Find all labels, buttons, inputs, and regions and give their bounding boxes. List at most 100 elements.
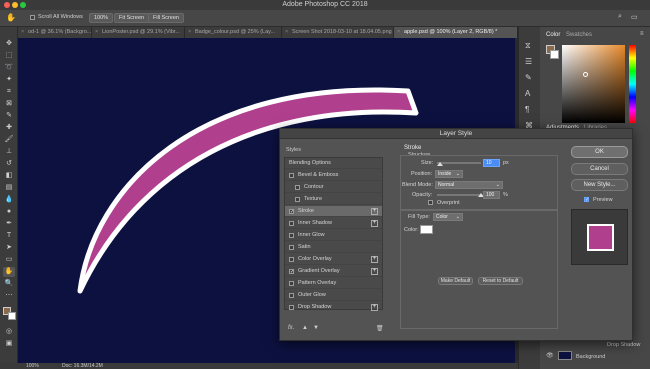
paragraph-panel-icon[interactable]: ¶ [525,105,529,114]
properties-panel-icon[interactable]: ☰ [525,57,532,66]
fx-icon[interactable]: fx. [288,325,294,331]
more-tools-icon[interactable]: ⋯ [3,291,15,301]
swatches-panel-tab[interactable]: Swatches [566,32,592,38]
hand-tool-icon[interactable]: ✋ [3,267,15,277]
search-icon[interactable]: ⌕ [618,13,622,21]
hue-slider[interactable] [629,45,636,123]
brush-panel-icon[interactable]: ✎ [525,73,532,82]
ok-button[interactable]: OK [571,146,628,158]
gradient-tool-icon[interactable]: ▤ [3,183,15,193]
style-blending-options[interactable]: Blending Options [285,158,382,169]
background-color-swatch[interactable] [8,312,16,320]
eraser-tool-icon[interactable]: ◧ [3,171,15,181]
stroke-color-swatch[interactable] [420,225,433,234]
fill-type-select[interactable]: Color ⌄ [433,213,463,221]
rectangle-tool-icon[interactable]: ▭ [3,255,15,265]
style-stroke[interactable]: ✓ Stroke + [285,206,382,217]
inner-glow-checkbox[interactable] [289,233,294,238]
crop-tool-icon[interactable]: ⌗ [3,87,15,97]
trash-icon[interactable]: 🗑 [376,325,384,332]
healing-brush-tool-icon[interactable]: ✚ [3,123,15,133]
clone-stamp-tool-icon[interactable]: ⊥ [3,147,15,157]
reset-default-button[interactable]: Reset to Default [478,277,523,285]
screen-mode-icon[interactable]: ▣ [3,339,15,349]
path-selection-tool-icon[interactable]: ➤ [3,243,15,253]
stroke-checkbox[interactable]: ✓ [289,209,294,215]
move-tool-icon[interactable]: ✥ [3,39,15,49]
add-inner-shadow-icon[interactable]: + [371,220,378,227]
style-satin[interactable]: Satin [285,242,382,253]
outer-glow-checkbox[interactable] [289,293,294,298]
fit-screen-button[interactable]: Fit Screen [114,13,150,23]
zoom-100-button[interactable]: 100% [89,13,114,23]
cancel-button[interactable]: Cancel [571,163,628,175]
style-color-overlay[interactable]: Color Overlay + [285,254,382,265]
add-drop-shadow-icon[interactable]: + [371,304,378,311]
tab-document-4[interactable]: × Screen Shot 2018-03-10 at 18.04.05.png [282,27,394,38]
brush-tool-icon[interactable]: 🖌 [3,135,15,145]
add-color-overlay-icon[interactable]: + [371,256,378,263]
drop-shadow-checkbox[interactable] [289,305,294,310]
style-bevel-emboss[interactable]: Bevel & Emboss [285,170,382,181]
history-brush-tool-icon[interactable]: ↺ [3,159,15,169]
magic-wand-tool-icon[interactable]: ✦ [3,75,15,85]
close-tab-icon[interactable]: × [21,27,24,38]
style-inner-glow[interactable]: Inner Glow [285,230,382,241]
status-zoom[interactable]: 100% [26,363,39,369]
background-color-chip[interactable] [550,50,559,59]
overprint-checkbox[interactable] [428,200,433,205]
tab-document-active[interactable]: × apple.psd @ 100% (Layer 2, RGB/8) * [394,27,518,38]
bevel-emboss-checkbox[interactable] [289,173,294,178]
tab-document-1[interactable]: × od-1 @ 36.1% (Backgro... [18,27,92,38]
style-gradient-overlay[interactable]: ✓ Gradient Overlay + [285,266,382,277]
styles-header[interactable]: Styles [286,147,301,153]
pen-tool-icon[interactable]: ✒ [3,219,15,229]
contour-checkbox[interactable] [295,185,300,190]
style-pattern-overlay[interactable]: Pattern Overlay [285,278,382,289]
color-overlay-checkbox[interactable] [289,257,294,262]
layer-visibility-icon[interactable]: 👁 [546,352,554,359]
fill-screen-button[interactable]: Fill Screen [148,13,184,23]
style-contour[interactable]: Contour [285,182,382,193]
inner-shadow-checkbox[interactable] [289,221,294,226]
make-default-button[interactable]: Make Default [438,277,473,285]
opacity-input[interactable]: 100 [483,191,500,199]
satin-checkbox[interactable] [289,245,294,250]
blend-mode-select[interactable]: Normal ⌄ [435,181,503,189]
marquee-tool-icon[interactable]: ⬚ [3,51,15,61]
new-style-button[interactable]: New Style... [571,179,628,191]
character-panel-icon[interactable]: A [525,89,530,98]
close-tab-icon[interactable]: × [95,27,98,38]
size-slider[interactable] [437,162,481,164]
move-up-icon[interactable]: ▲ [302,325,308,331]
layer-name[interactable]: Background [576,354,605,360]
move-down-icon[interactable]: ▼ [313,325,319,331]
close-tab-icon[interactable]: × [397,27,400,38]
opacity-slider[interactable] [437,194,481,196]
texture-checkbox[interactable] [295,197,300,202]
add-stroke-icon[interactable]: + [371,208,378,215]
tab-document-3[interactable]: × Badge_colour.psd @ 25% (Lay... [185,27,282,38]
dodge-tool-icon[interactable]: ● [3,207,15,217]
preview-checkbox[interactable]: ✓ [584,197,589,203]
quick-mask-icon[interactable]: ◎ [3,327,15,337]
history-panel-icon[interactable]: ⧖ [525,41,531,51]
size-input[interactable]: 10 [483,159,500,167]
position-select[interactable]: Inside ⌄ [435,170,463,178]
panel-menu-icon[interactable]: ≡ [640,31,644,37]
gradient-overlay-checkbox[interactable]: ✓ [289,269,294,275]
add-gradient-overlay-icon[interactable]: + [371,268,378,275]
pattern-overlay-checkbox[interactable] [289,281,294,286]
color-picker-field[interactable] [562,45,625,123]
close-tab-icon[interactable]: × [188,27,191,38]
frame-tool-icon[interactable]: ⊠ [3,99,15,109]
size-slider-thumb[interactable] [437,162,443,166]
close-tab-icon[interactable]: × [285,27,288,38]
zoom-tool-icon[interactable]: 🔍 [3,279,15,289]
style-drop-shadow[interactable]: Drop Shadow + [285,302,382,311]
type-tool-icon[interactable]: T [3,231,15,241]
blur-tool-icon[interactable]: 💧 [3,195,15,205]
style-texture[interactable]: Texture [285,194,382,205]
style-outer-glow[interactable]: Outer Glow [285,290,382,301]
style-inner-shadow[interactable]: Inner Shadow + [285,218,382,229]
